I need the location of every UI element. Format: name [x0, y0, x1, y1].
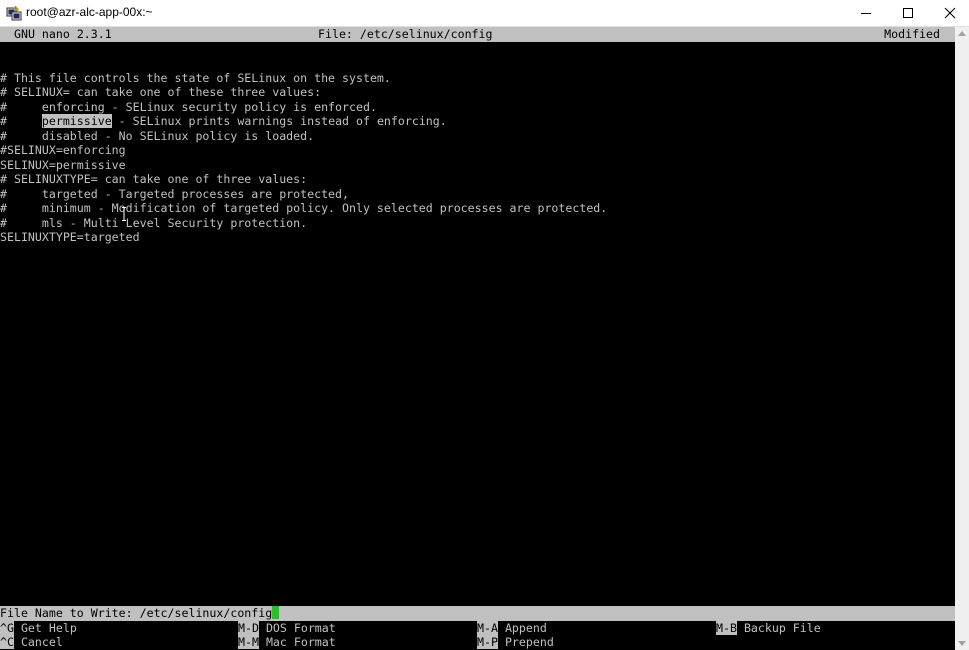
shortcut-key: M-D — [238, 620, 259, 635]
scroll-up-icon[interactable] — [958, 31, 966, 36]
shortcut-key: M-P — [477, 635, 498, 649]
nano-modified-status: Modified — [884, 27, 940, 41]
shortcut-append[interactable]: M-A Append — [477, 620, 547, 636]
file-line: # targeted - Targeted processes are prot… — [0, 186, 350, 201]
file-line-selected: # permissive - SELinux prints warnings i… — [0, 114, 447, 129]
line-prefix: # — [0, 114, 42, 128]
shortcut-label: Prepend — [504, 635, 554, 649]
filename-input[interactable]: /etc/selinux/config — [140, 606, 273, 620]
shortcut-mac-format[interactable]: M-M Mac Format — [238, 635, 336, 650]
shortcut-key: ^C — [0, 635, 14, 649]
close-icon — [944, 7, 956, 19]
file-line: SELINUXTYPE=targeted — [0, 230, 140, 244]
maximize-icon — [903, 8, 913, 18]
file-line: # mls - Multi Level Security protection. — [0, 215, 308, 230]
text-cursor — [272, 606, 280, 619]
file-line: # minimum - Modification of targeted pol… — [0, 201, 608, 215]
shortcut-dos-format[interactable]: M-D DOS Format — [238, 620, 336, 636]
shortcut-prepend[interactable]: M-P Prepend — [477, 635, 554, 650]
shortcut-label: Append — [504, 620, 547, 635]
nano-header-bar: GNU nano 2.3.1 File: /etc/selinux/config… — [0, 27, 955, 42]
putty-icon — [6, 5, 22, 21]
file-line: # enforcing - SELinux security policy is… — [0, 99, 377, 114]
nano-filename: File: /etc/selinux/config — [318, 27, 493, 41]
file-line: # SELINUXTYPE= can take one of three val… — [0, 172, 308, 186]
terminal-screen[interactable]: GNU nano 2.3.1 File: /etc/selinux/config… — [0, 27, 955, 650]
shortcut-key: M-B — [716, 620, 737, 635]
shortcut-label: Get Help — [20, 620, 77, 635]
selected-text: permissive — [41, 114, 112, 128]
file-line: # disabled - No SELinux policy is loaded… — [0, 128, 315, 143]
window-titlebar[interactable]: root@azr-alc-app-00x:~ — [0, 0, 969, 27]
close-button[interactable] — [927, 0, 969, 26]
minimize-icon — [861, 13, 871, 14]
shortcut-key: M-M — [238, 635, 259, 649]
window-title: root@azr-alc-app-00x:~ — [26, 5, 153, 19]
scrollbar-thumb[interactable] — [957, 43, 967, 635]
shortcut-label: Backup File — [743, 620, 821, 635]
shortcut-get-help[interactable]: ^G Get Help — [0, 620, 77, 636]
ibeam-cursor-icon — [122, 207, 126, 221]
shortcut-key: ^G — [0, 620, 14, 635]
shortcut-label: Mac Format — [265, 635, 336, 649]
shortcut-cancel[interactable]: ^C Cancel — [0, 635, 63, 650]
vertical-scrollbar[interactable] — [955, 27, 969, 650]
maximize-button[interactable] — [885, 0, 931, 26]
minimize-button[interactable] — [843, 0, 889, 26]
file-line: # This file controls the state of SELinu… — [0, 70, 391, 85]
file-line: # SELINUX= can take one of these three v… — [0, 85, 322, 99]
nano-version: GNU nano 2.3.1 — [14, 27, 112, 41]
prompt-label: File Name to Write: — [0, 606, 140, 620]
line-suffix: - SELinux prints warnings instead of enf… — [111, 114, 447, 128]
file-line: SELINUX=permissive — [0, 157, 126, 172]
file-line: #SELINUX=enforcing — [0, 143, 126, 157]
shortcut-key: M-A — [477, 620, 498, 635]
shortcut-label: Cancel — [20, 635, 63, 649]
shortcut-label: DOS Format — [265, 620, 336, 635]
scroll-down-icon[interactable] — [958, 641, 966, 646]
save-filename-prompt[interactable]: File Name to Write: /etc/selinux/config — [0, 606, 955, 621]
shortcut-backup-file[interactable]: M-B Backup File — [716, 620, 821, 636]
